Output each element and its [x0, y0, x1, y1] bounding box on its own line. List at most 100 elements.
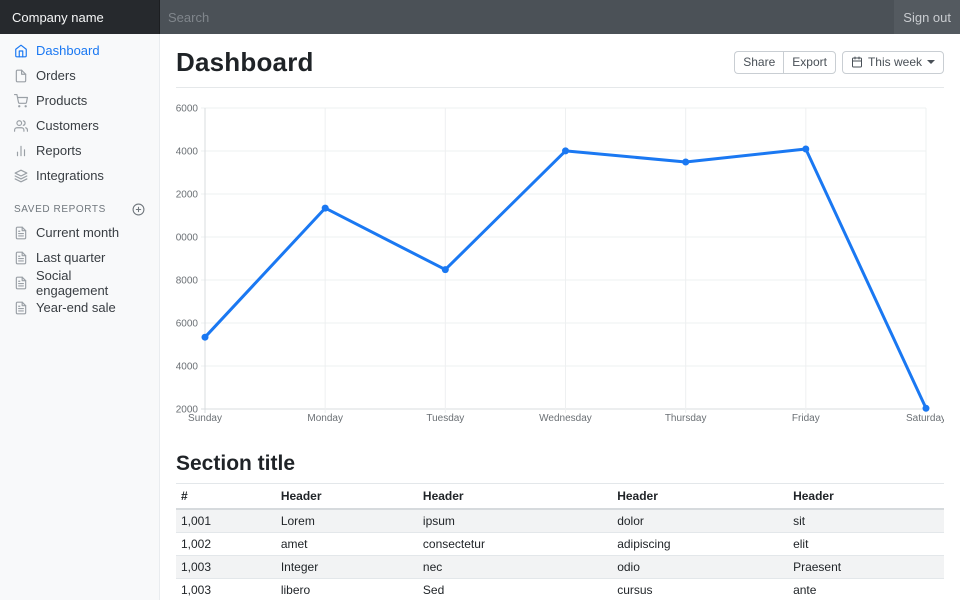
saved-reports-nav: Current month Last quarter Social engageme… — [0, 220, 159, 320]
sidebar-nav: Dashboard Orders Products Customers Reports I… — [0, 38, 159, 188]
svg-text:24000: 24000 — [176, 147, 198, 158]
svg-text:Wednesday: Wednesday — [539, 413, 592, 424]
svg-text:Tuesday: Tuesday — [426, 413, 464, 424]
sidebar-item-label: Customers — [36, 118, 99, 133]
sidebar-item-label: Products — [36, 93, 87, 108]
home-icon — [14, 44, 28, 58]
svg-text:18000: 18000 — [176, 276, 198, 287]
sidebar-item-reports[interactable]: Reports — [0, 138, 159, 163]
sidebar-item-label: Integrations — [36, 168, 104, 183]
svg-text:26000: 26000 — [176, 104, 198, 115]
saved-report-year-end-sale[interactable]: Year-end sale — [0, 295, 159, 320]
saved-reports-header: Saved reports — [0, 203, 159, 220]
saved-reports-heading: Saved reports — [14, 204, 106, 215]
share-button[interactable]: Share — [734, 51, 783, 73]
sign-out-link[interactable]: Sign out — [894, 0, 960, 34]
table-cell: sit — [788, 509, 944, 533]
top-navbar: Company name Sign out — [0, 0, 960, 34]
svg-text:Friday: Friday — [792, 413, 820, 424]
bar-chart-icon — [14, 144, 28, 158]
table-cell: Sed — [418, 579, 612, 600]
svg-text:Sunday: Sunday — [188, 413, 222, 424]
table-cell: 1,002 — [176, 533, 276, 556]
table-header-cell: # — [176, 484, 276, 510]
table-cell: dolor — [612, 509, 788, 533]
users-icon — [14, 119, 28, 133]
sidebar: Dashboard Orders Products Customers Reports I… — [0, 34, 160, 600]
saved-report-label: Social engagement — [36, 268, 145, 298]
main-content: Dashboard Share Export This week 1200014… — [160, 34, 960, 600]
page-header: Dashboard Share Export This week — [176, 34, 944, 88]
table-cell: Praesent — [788, 556, 944, 579]
saved-report-label: Last quarter — [36, 250, 105, 265]
svg-text:Saturday: Saturday — [906, 413, 944, 424]
period-label: This week — [868, 55, 922, 69]
table-cell: amet — [276, 533, 418, 556]
saved-report-last-quarter[interactable]: Last quarter — [0, 245, 159, 270]
saved-report-label: Year-end sale — [36, 300, 116, 315]
sales-line-chart: 1200014000160001800020000220002400026000… — [176, 100, 944, 435]
saved-report-current-month[interactable]: Current month — [0, 220, 159, 245]
file-text-icon — [14, 251, 28, 265]
search-input[interactable] — [160, 0, 894, 34]
page-title: Dashboard — [176, 47, 314, 78]
svg-text:22000: 22000 — [176, 190, 198, 201]
table-cell: elit — [788, 533, 944, 556]
data-table: #HeaderHeaderHeaderHeader 1,001Loremipsu… — [176, 483, 944, 600]
table-cell: Integer — [276, 556, 418, 579]
table-cell: 1,003 — [176, 579, 276, 600]
svg-text:20000: 20000 — [176, 233, 198, 244]
section-title: Section title — [176, 452, 944, 476]
svg-text:16000: 16000 — [176, 319, 198, 330]
saved-report-label: Current month — [36, 225, 119, 240]
table-cell: cursus — [612, 579, 788, 600]
sidebar-item-label: Dashboard — [36, 43, 100, 58]
add-report-button[interactable] — [132, 203, 145, 216]
svg-text:Thursday: Thursday — [665, 413, 707, 424]
plus-circle-icon — [132, 203, 145, 216]
table-cell: ipsum — [418, 509, 612, 533]
table-cell: 1,001 — [176, 509, 276, 533]
sidebar-item-dashboard[interactable]: Dashboard — [0, 38, 159, 63]
table-cell: nec — [418, 556, 612, 579]
file-text-icon — [14, 226, 28, 240]
file-icon — [14, 69, 28, 83]
brand[interactable]: Company name — [0, 0, 160, 34]
calendar-icon — [851, 56, 863, 68]
chevron-down-icon — [927, 60, 935, 64]
table-cell: odio — [612, 556, 788, 579]
table-cell: 1,003 — [176, 556, 276, 579]
table-header-cell: Header — [788, 484, 944, 510]
period-dropdown[interactable]: This week — [842, 51, 944, 73]
table-header-cell: Header — [276, 484, 418, 510]
table-row: 1,002ametconsecteturadipiscingelit — [176, 533, 944, 556]
file-text-icon — [14, 301, 28, 315]
export-button[interactable]: Export — [783, 51, 836, 73]
table-cell: libero — [276, 579, 418, 600]
sidebar-item-customers[interactable]: Customers — [0, 113, 159, 138]
table-row: 1,003liberoSedcursusante — [176, 579, 944, 600]
sidebar-item-label: Orders — [36, 68, 76, 83]
table-cell: Lorem — [276, 509, 418, 533]
svg-text:14000: 14000 — [176, 362, 198, 373]
table-head: #HeaderHeaderHeaderHeader — [176, 484, 944, 510]
table-row: 1,001Loremipsumdolorsit — [176, 509, 944, 533]
sidebar-item-orders[interactable]: Orders — [0, 63, 159, 88]
table-cell: consectetur — [418, 533, 612, 556]
toolbar: Share Export This week — [734, 51, 944, 73]
table-cell: ante — [788, 579, 944, 600]
shopping-cart-icon — [14, 94, 28, 108]
table-header-cell: Header — [612, 484, 788, 510]
sidebar-item-label: Reports — [36, 143, 82, 158]
svg-text:Monday: Monday — [307, 413, 343, 424]
table-body: 1,001Loremipsumdolorsit1,002ametconsecte… — [176, 509, 944, 600]
layout: Dashboard Orders Products Customers Reports I… — [0, 34, 960, 600]
sidebar-item-integrations[interactable]: Integrations — [0, 163, 159, 188]
calendar-icon — [851, 56, 863, 68]
table-row: 1,003IntegernecodioPraesent — [176, 556, 944, 579]
saved-report-social-engagement[interactable]: Social engagement — [0, 270, 159, 295]
layers-icon — [14, 169, 28, 183]
table-header-cell: Header — [418, 484, 612, 510]
sidebar-item-products[interactable]: Products — [0, 88, 159, 113]
table-cell: adipiscing — [612, 533, 788, 556]
